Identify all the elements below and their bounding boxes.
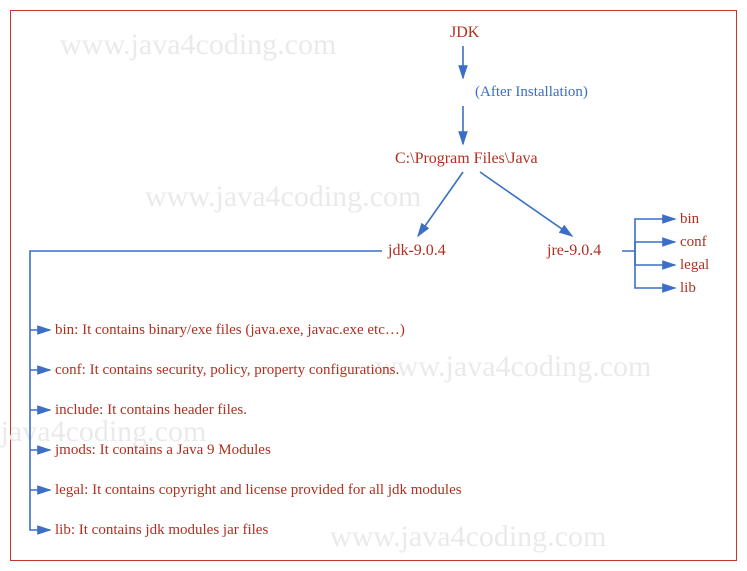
node-jdk: JDK xyxy=(450,24,479,42)
jre-child-conf: conf xyxy=(680,234,707,251)
diagram-frame xyxy=(10,10,737,561)
jre-child-lib: lib xyxy=(680,280,696,297)
jdk-child-include: include: It contains header files. xyxy=(55,402,247,419)
node-path: C:\Program Files\Java xyxy=(395,150,538,168)
jre-child-legal: legal xyxy=(680,257,709,274)
node-jdk-dir: jdk-9.0.4 xyxy=(388,242,446,260)
label-after-installation: (After Installation) xyxy=(475,84,588,101)
jdk-child-jmods: jmods: It contains a Java 9 Modules xyxy=(55,442,271,459)
jre-child-bin: bin xyxy=(680,211,699,228)
jdk-child-conf: conf: It contains security, policy, prop… xyxy=(55,362,399,379)
jdk-child-legal: legal: It contains copyright and license… xyxy=(55,482,462,499)
node-jre-dir: jre-9.0.4 xyxy=(547,242,601,260)
jdk-child-lib: lib: It contains jdk modules jar files xyxy=(55,522,268,539)
jdk-child-bin: bin: It contains binary/exe files (java.… xyxy=(55,322,405,339)
